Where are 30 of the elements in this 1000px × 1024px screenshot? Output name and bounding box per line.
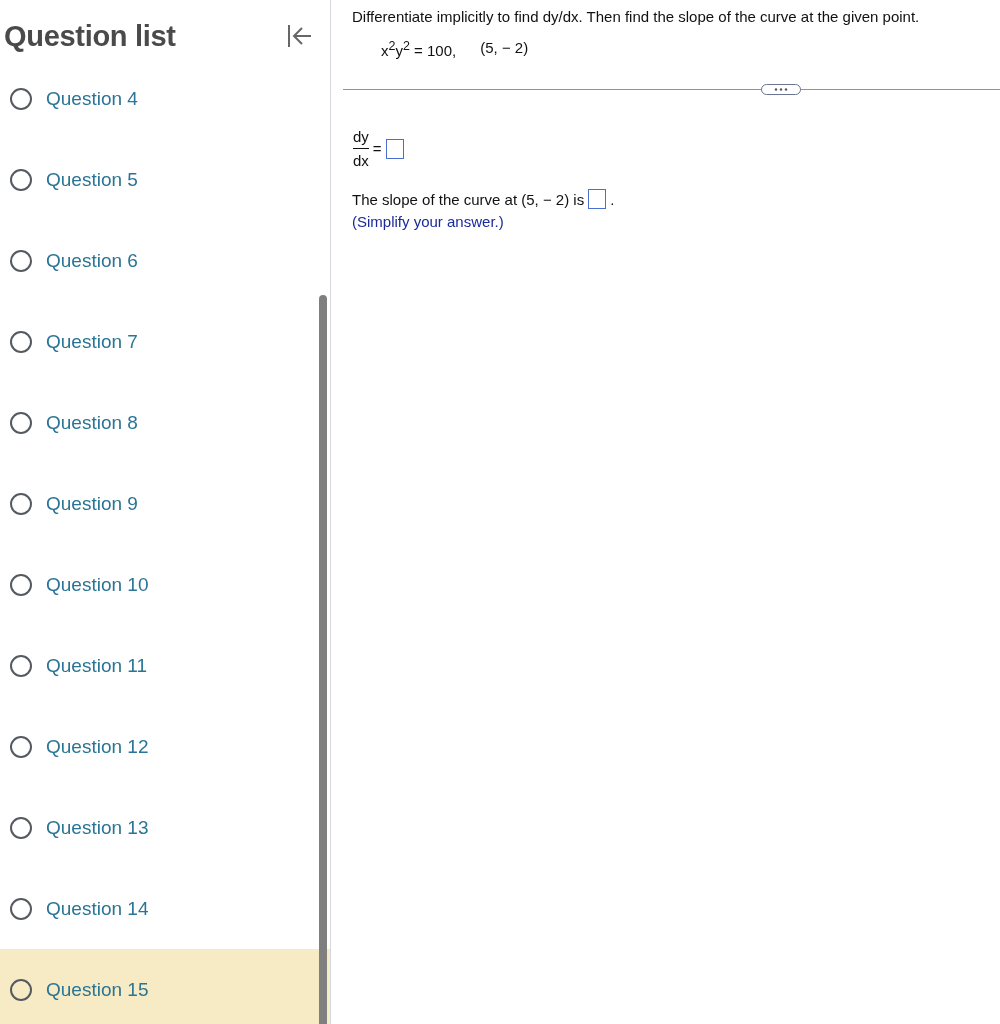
- equation-text: x$^{2}$y$^{2}$ = 100,: [381, 39, 457, 59]
- fraction-numerator: dy: [353, 128, 369, 145]
- radio-icon: [10, 87, 32, 110]
- more-button[interactable]: [761, 84, 801, 95]
- radio-icon: [10, 492, 32, 515]
- answer-box[interactable]: [385, 138, 404, 159]
- radio-icon: [10, 735, 32, 758]
- radio-icon: [10, 330, 32, 353]
- hint-text: (Simplify your answer.): [352, 213, 505, 230]
- question-item[interactable]: Question 4: [0, 58, 330, 139]
- question-item[interactable]: Question 15: [0, 949, 330, 1024]
- slope-text: The slope of the curve at (5, − 2) is: [352, 190, 585, 208]
- question-prompt: Differentiate implicitly to find dy/dx. Then find the slope of the curve at the given point.: [352, 8, 921, 25]
- period-text: .: [610, 190, 615, 208]
- radio-icon: [10, 249, 32, 272]
- point-text: (5, − 2): [480, 39, 529, 58]
- answer-box[interactable]: [588, 189, 607, 209]
- ellipsis-icon: [774, 88, 788, 91]
- radio-icon: [10, 816, 32, 839]
- radio-icon: [10, 654, 32, 677]
- radio-icon: [10, 978, 32, 1001]
- radio-icon: [10, 897, 32, 920]
- scrollbar-thumb[interactable]: [319, 295, 327, 1024]
- sidebar-title: Question list: [4, 19, 176, 53]
- fraction-denominator: dx: [353, 152, 369, 169]
- equals-sign: =: [372, 140, 382, 157]
- radio-icon: [10, 411, 32, 434]
- radio-icon: [10, 168, 32, 191]
- question-item[interactable]: Question 5: [0, 139, 330, 220]
- radio-icon: [10, 573, 32, 596]
